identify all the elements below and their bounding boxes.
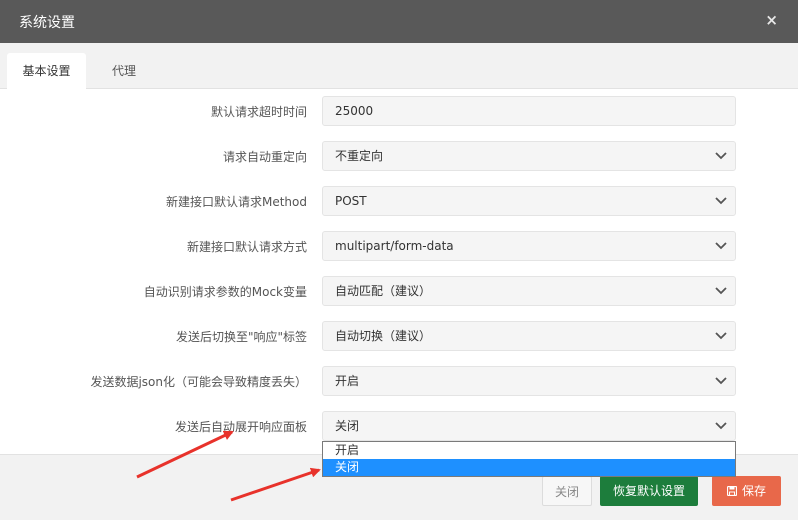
expand-panel-select[interactable]: 关闭	[322, 411, 736, 441]
setting-label: 请求自动重定向	[222, 150, 307, 164]
setting-label: 发送后自动展开响应面板	[174, 420, 307, 434]
close-button[interactable]: 关闭	[542, 476, 592, 506]
chevron-down-icon	[715, 412, 727, 440]
close-icon[interactable]: ×	[765, 11, 778, 29]
setting-row-mock: 自动识别请求参数的Mock变量 自动匹配（建议）	[0, 276, 798, 306]
chevron-down-icon	[715, 142, 727, 170]
setting-row-expand-panel: 发送后自动展开响应面板 关闭	[0, 411, 798, 441]
save-button[interactable]: 保存	[712, 476, 781, 506]
chevron-down-icon	[715, 277, 727, 305]
dropdown-option-open[interactable]: 开启	[323, 442, 735, 459]
expand-panel-dropdown-list: 开启 关闭	[322, 441, 736, 477]
chevron-down-icon	[715, 322, 727, 350]
setting-label: 新建接口默认请求Method	[165, 195, 307, 209]
json-select[interactable]: 开启	[322, 366, 736, 396]
dropdown-option-close[interactable]: 关闭	[323, 459, 735, 476]
setting-value: 开启	[335, 374, 360, 388]
setting-value: 关闭	[335, 419, 360, 433]
setting-row-redirect: 请求自动重定向 不重定向	[0, 141, 798, 171]
settings-tabs: 基本设置 代理	[0, 43, 798, 89]
mock-select[interactable]: 自动匹配（建议）	[322, 276, 736, 306]
chevron-down-icon	[715, 232, 727, 260]
request-type-select[interactable]: multipart/form-data	[322, 231, 736, 261]
reset-defaults-button[interactable]: 恢复默认设置	[600, 476, 698, 506]
setting-value: 不重定向	[335, 149, 384, 163]
setting-label: 自动识别请求参数的Mock变量	[143, 285, 307, 299]
tab-basic-settings[interactable]: 基本设置	[7, 53, 86, 89]
setting-row-request-type: 新建接口默认请求方式 multipart/form-data	[0, 231, 798, 261]
setting-value: POST	[335, 194, 367, 208]
floppy-disk-icon	[726, 477, 738, 497]
setting-row-switch-response: 发送后切换至"响应"标签 自动切换（建议）	[0, 321, 798, 351]
setting-row-json: 发送数据json化（可能会导致精度丢失） 开启	[0, 366, 798, 396]
setting-value: 自动切换（建议）	[335, 329, 432, 343]
setting-value: multipart/form-data	[335, 239, 454, 253]
setting-label: 新建接口默认请求方式	[186, 240, 307, 254]
setting-value: 自动匹配（建议）	[335, 284, 432, 298]
redirect-select[interactable]: 不重定向	[322, 141, 736, 171]
timeout-input[interactable]: 25000	[322, 96, 736, 126]
tab-proxy[interactable]: 代理	[96, 53, 152, 89]
settings-form: 默认请求超时时间 25000 请求自动重定向 不重定向 新建接口默认请求Meth…	[0, 89, 798, 454]
chevron-down-icon	[715, 367, 727, 395]
method-select[interactable]: POST	[322, 186, 736, 216]
setting-label: 发送数据json化（可能会导致精度丢失）	[90, 375, 307, 389]
setting-label: 默认请求超时时间	[210, 105, 307, 119]
setting-row-method: 新建接口默认请求Method POST	[0, 186, 798, 216]
dialog-title: 系统设置	[19, 15, 75, 31]
setting-row-timeout: 默认请求超时时间 25000	[0, 96, 798, 126]
setting-label: 发送后切换至"响应"标签	[175, 330, 307, 344]
setting-value: 25000	[335, 104, 374, 118]
save-label: 保存	[741, 484, 766, 498]
switch-response-select[interactable]: 自动切换（建议）	[322, 321, 736, 351]
dialog-titlebar: 系统设置 ×	[0, 0, 798, 43]
chevron-down-icon	[715, 187, 727, 215]
